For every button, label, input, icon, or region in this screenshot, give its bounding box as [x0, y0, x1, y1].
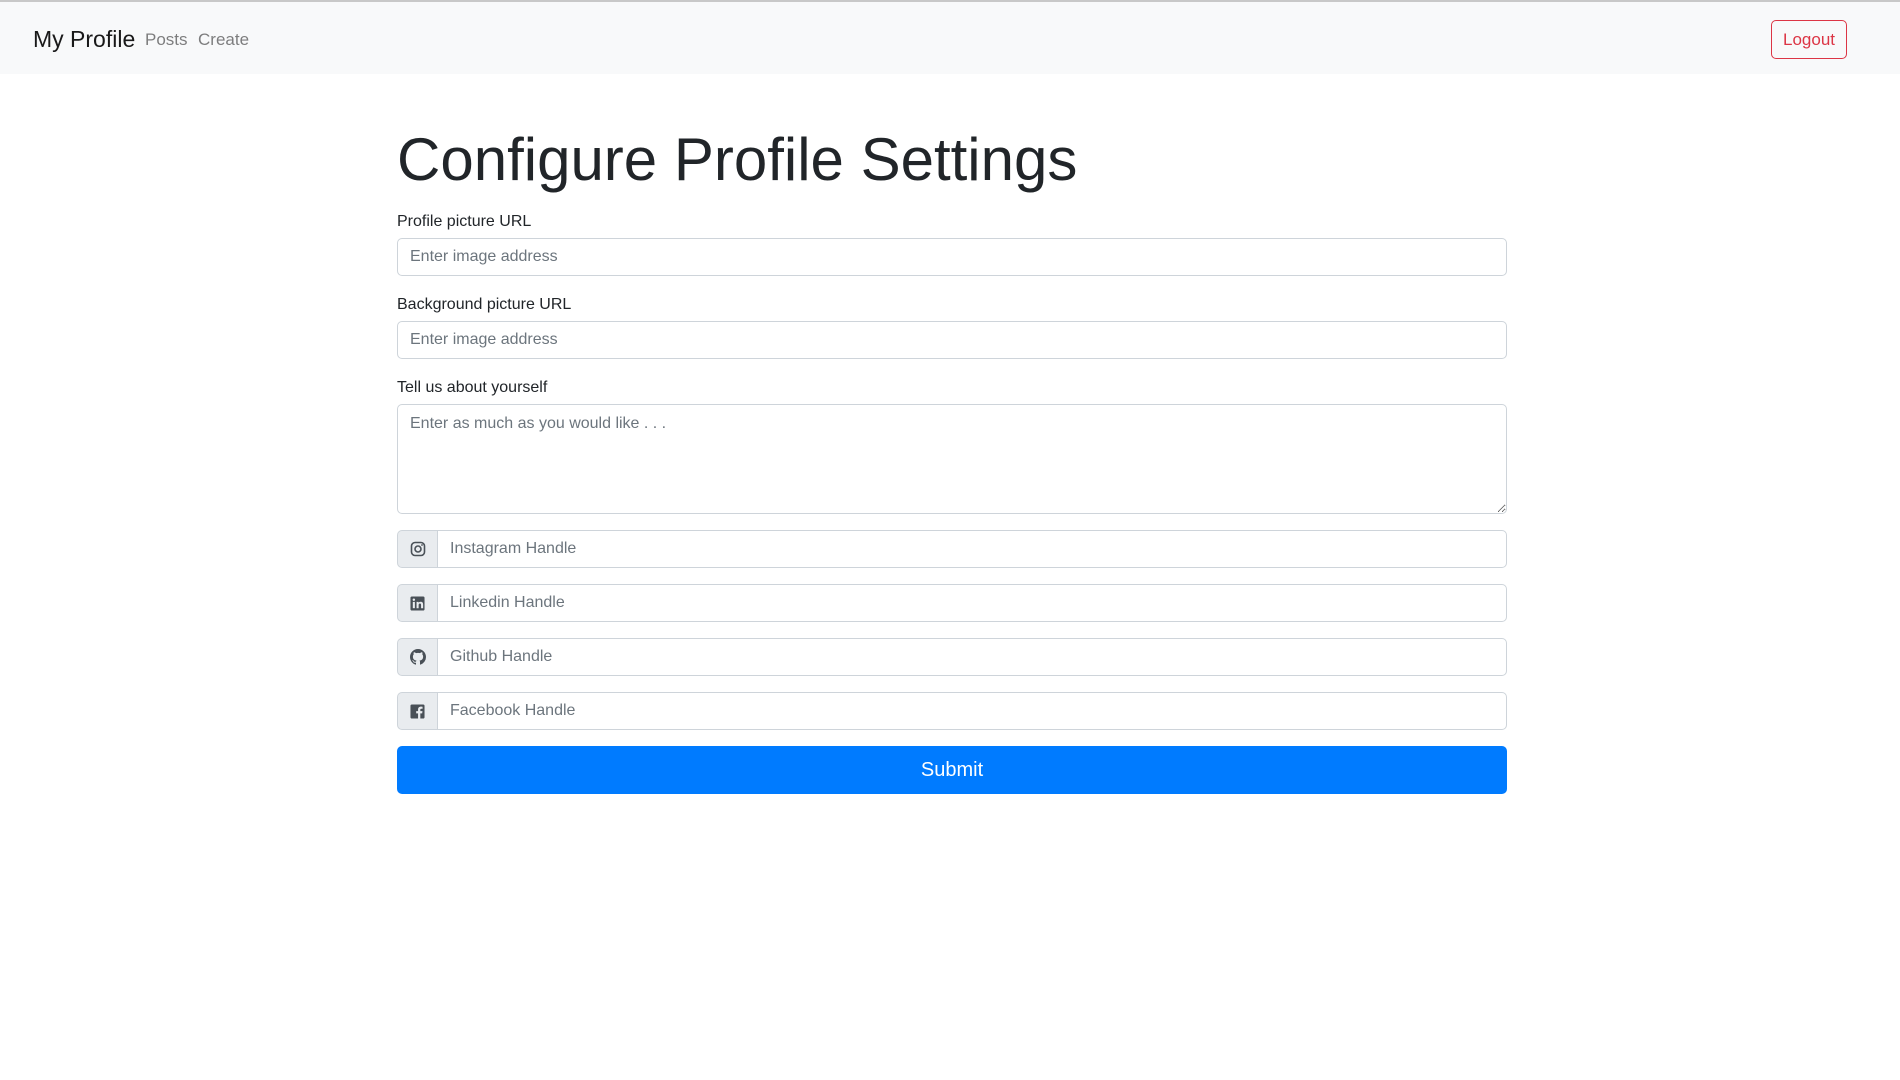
settings-container: Configure Profile Settings Profile pictu… [397, 74, 1507, 794]
profile-picture-url-input[interactable] [397, 238, 1507, 276]
nav-link-create[interactable]: Create [198, 30, 249, 50]
background-picture-url-input[interactable] [397, 321, 1507, 359]
github-input-group [397, 638, 1507, 676]
github-icon [397, 638, 437, 676]
background-picture-group: Background picture URL [397, 295, 1507, 359]
instagram-input-group [397, 530, 1507, 568]
submit-button[interactable]: Submit [397, 746, 1507, 794]
facebook-icon [397, 692, 437, 730]
background-picture-label: Background picture URL [397, 296, 572, 313]
facebook-handle-input[interactable] [437, 692, 1507, 730]
linkedin-handle-input[interactable] [437, 584, 1507, 622]
logout-button[interactable]: Logout [1771, 20, 1847, 59]
nav-link-posts[interactable]: Posts [145, 30, 188, 50]
about-label: Tell us about yourself [397, 379, 548, 396]
linkedin-icon [397, 584, 437, 622]
profile-settings-form: Profile picture URL Background picture U… [397, 212, 1507, 794]
page-title: Configure Profile Settings [397, 126, 1078, 193]
profile-picture-label: Profile picture URL [397, 213, 532, 230]
profile-picture-group: Profile picture URL [397, 212, 1507, 276]
about-textarea[interactable] [397, 404, 1507, 514]
navbar: My Profile Posts Create Logout [0, 2, 1900, 74]
instagram-handle-input[interactable] [437, 530, 1507, 568]
about-group: Tell us about yourself [397, 378, 1507, 514]
instagram-icon [397, 530, 437, 568]
linkedin-input-group [397, 584, 1507, 622]
github-handle-input[interactable] [437, 638, 1507, 676]
facebook-input-group [397, 692, 1507, 730]
brand-link[interactable]: My Profile [33, 26, 135, 53]
